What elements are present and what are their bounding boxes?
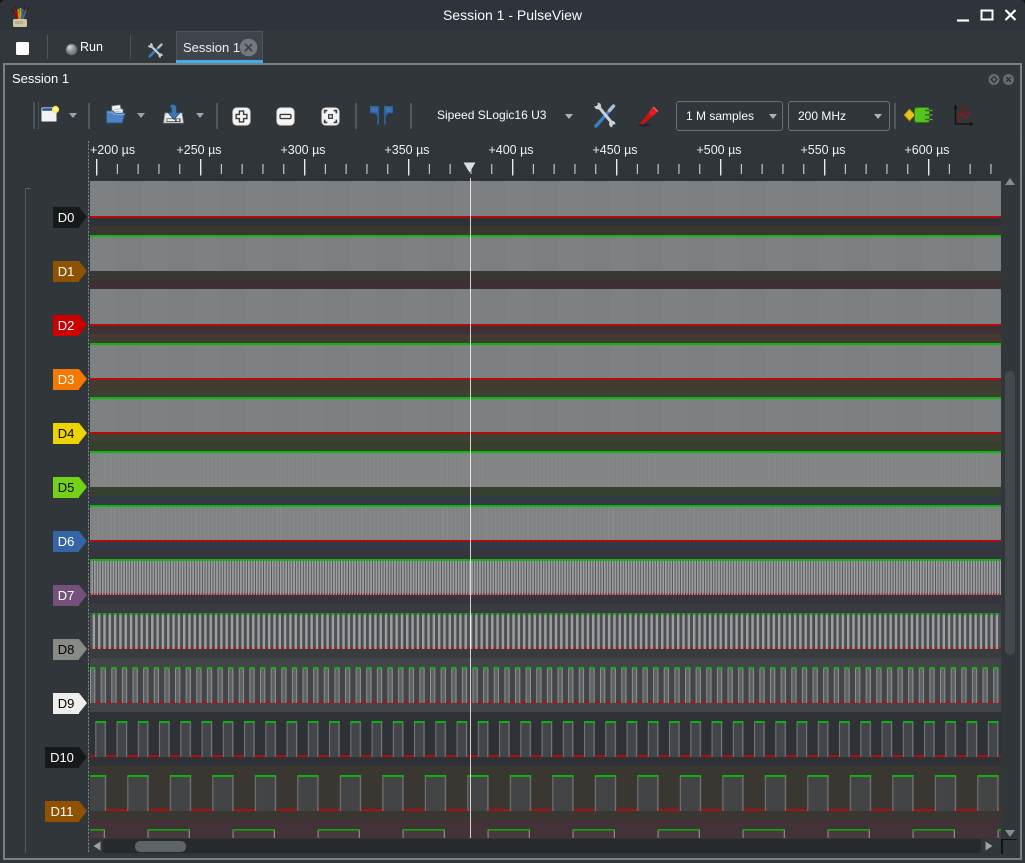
svg-text:f(x): f(x) [960, 105, 970, 113]
